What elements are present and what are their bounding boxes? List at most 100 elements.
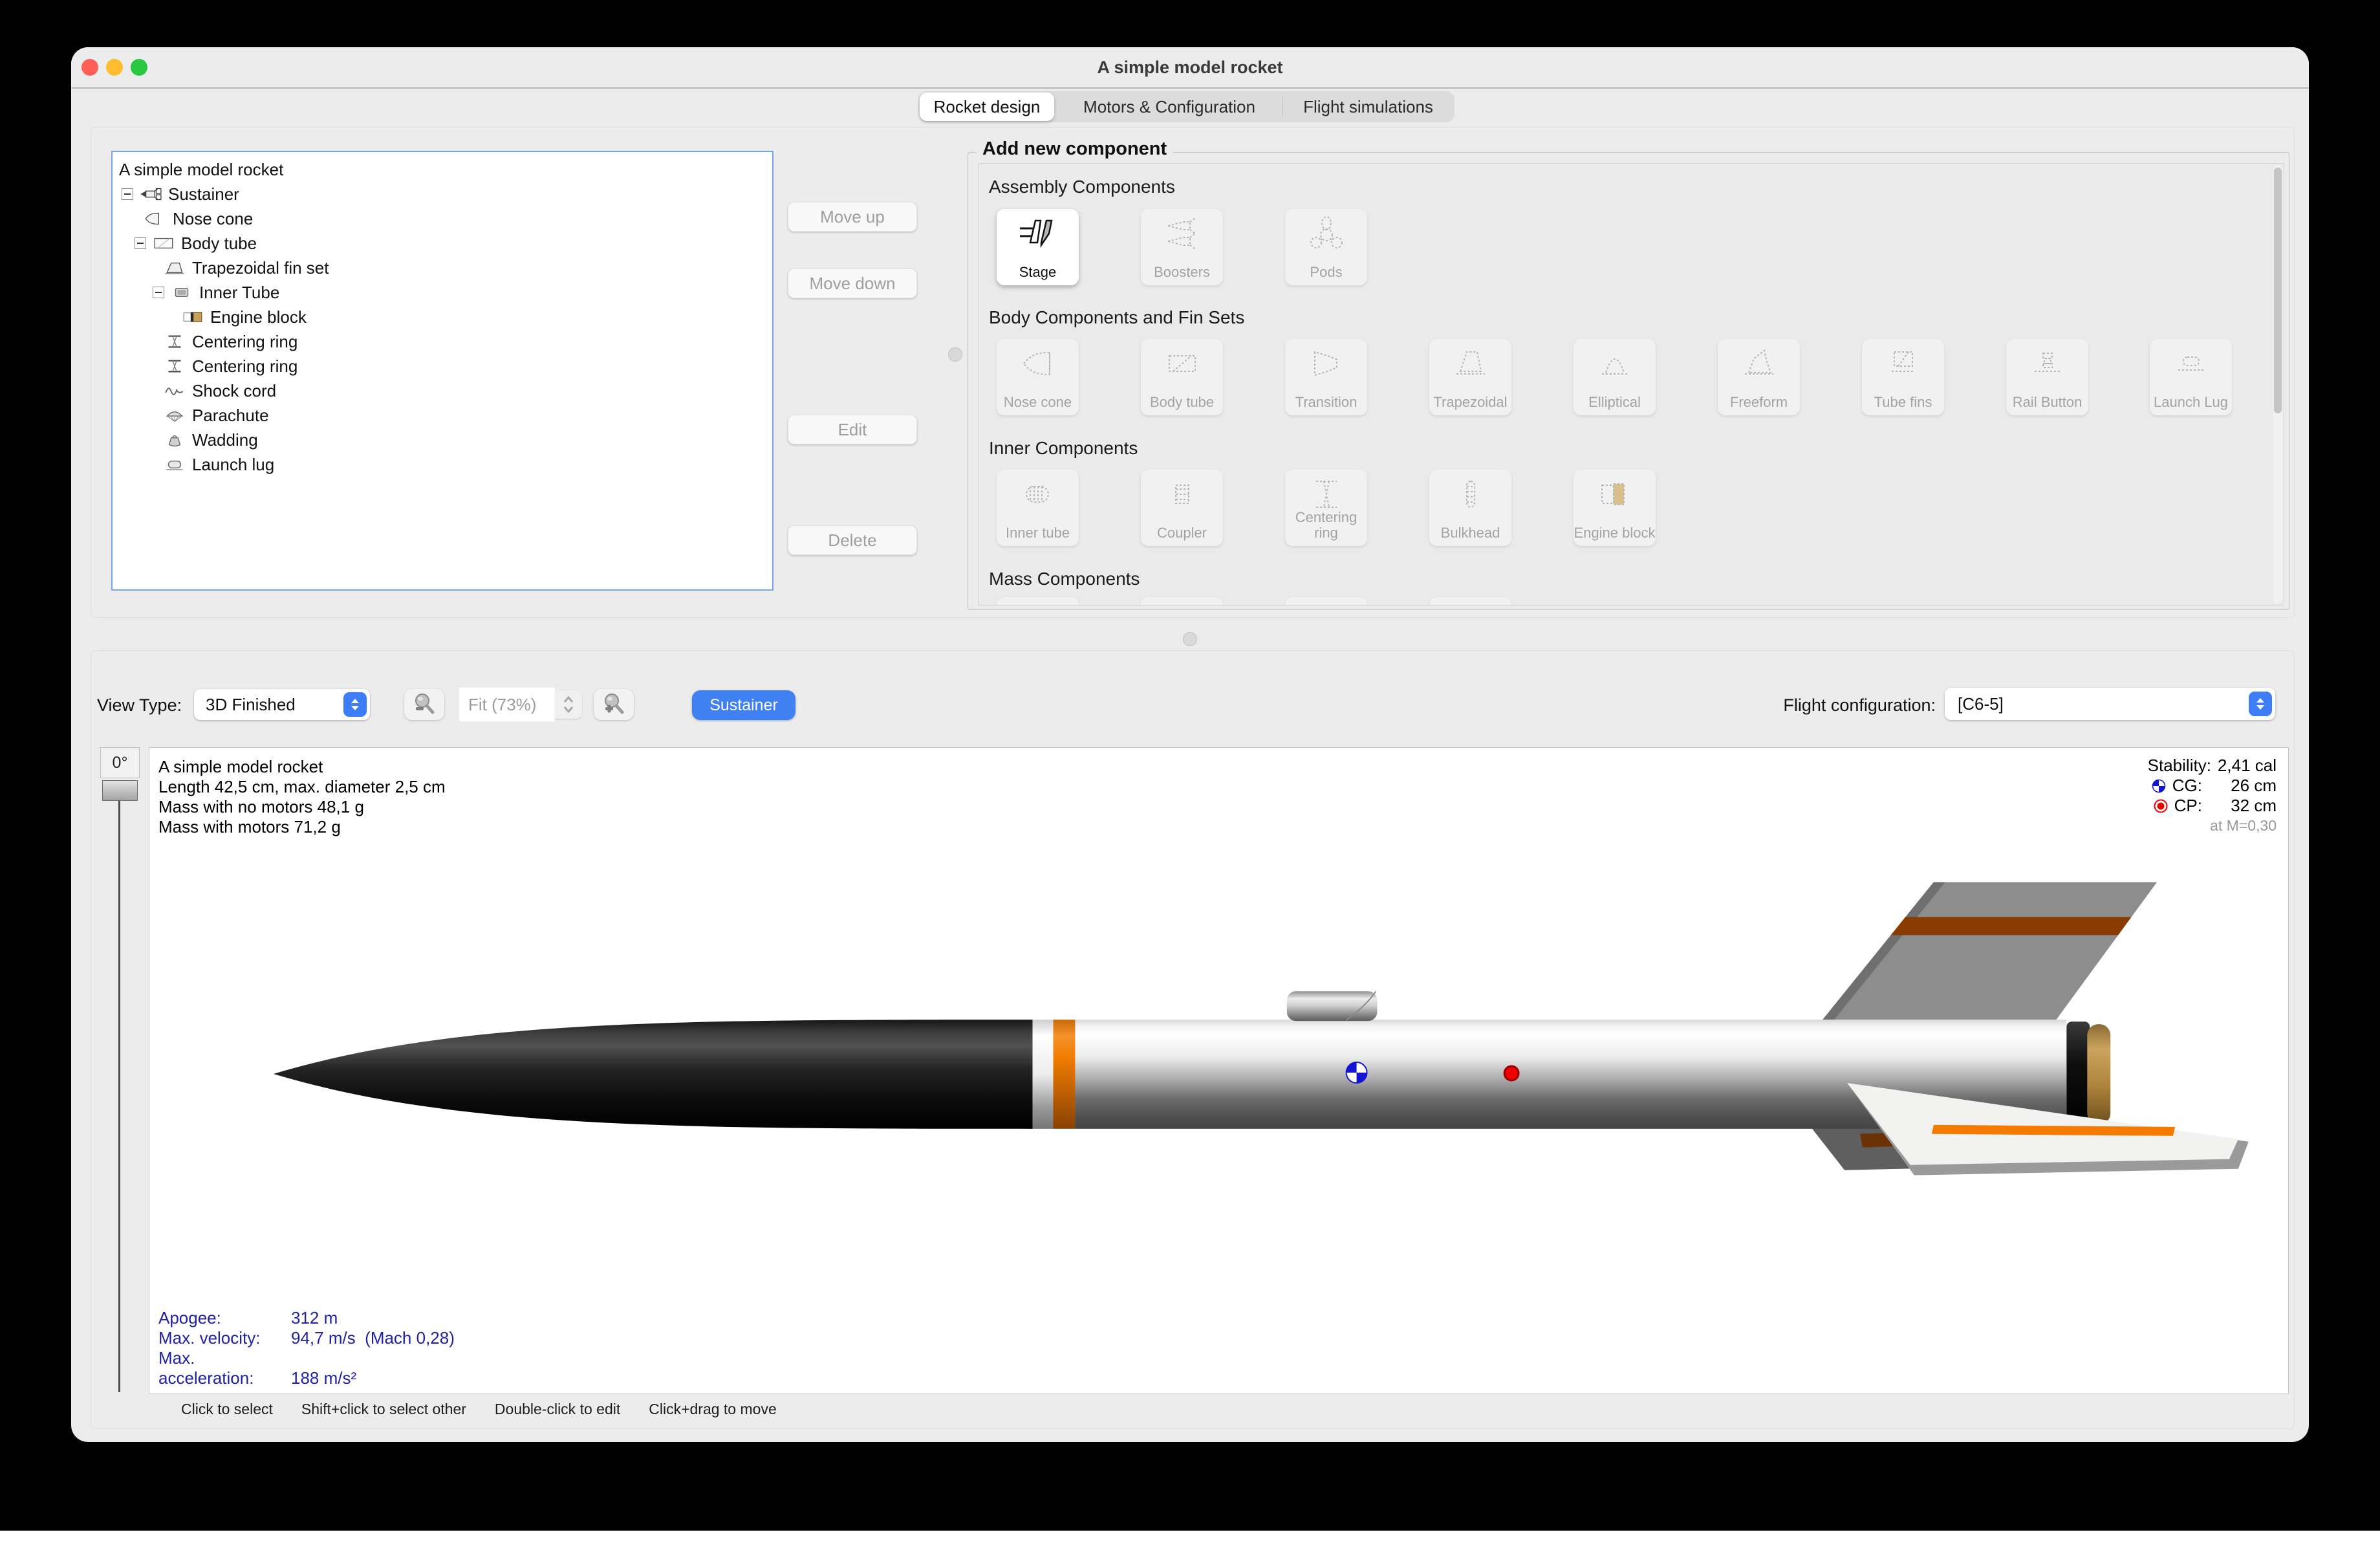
magnifier-minus-icon [415, 694, 435, 714]
tree-item-inner-tube[interactable]: Inner Tube [113, 280, 772, 305]
title-bar[interactable]: A simple model rocket [71, 47, 2309, 89]
tree-item-nose-cone[interactable]: Nose cone [113, 206, 772, 231]
rotation-angle-field[interactable]: 0° [100, 747, 140, 778]
stage-toggle-sustainer[interactable]: Sustainer [692, 690, 795, 720]
view-type-select[interactable]: 3D Finished [194, 689, 370, 720]
inner-tube-icon [1025, 486, 1049, 503]
cp-marker[interactable] [1503, 1065, 1520, 1082]
tree-item-engine-block[interactable]: Engine block [113, 305, 772, 329]
cg-marker[interactable] [1345, 1062, 1368, 1084]
tree-item-launch-lug[interactable]: Launch lug [113, 452, 772, 477]
add-mass-component-button[interactable] [997, 597, 1079, 605]
add-trapezoidal-fin-button[interactable]: Trapezoidal [1429, 339, 1511, 415]
rocket-3d-render[interactable] [149, 748, 2288, 1393]
rocket-view-canvas[interactable]: A simple model rocket Length 42,5 cm, ma… [149, 747, 2289, 1394]
cg-legend-icon [2152, 779, 2166, 792]
zoom-out-button[interactable] [404, 689, 444, 720]
tree-item-sustainer[interactable]: Sustainer [113, 182, 772, 206]
add-transition-button[interactable]: Transition [1285, 339, 1367, 415]
tree-item-trapezoidal-fin-set[interactable]: Trapezoidal fin set [113, 256, 772, 280]
add-engine-block-button[interactable]: Engine block [1574, 470, 1656, 546]
zoom-in-button[interactable] [594, 689, 634, 720]
add-inner-tube-button[interactable]: Inner tube [997, 470, 1079, 546]
rocket-dimensions: Length 42,5 cm, max. diameter 2,5 cm [158, 777, 446, 796]
main-tabbar: Rocket design Motors & Configuration Fli… [918, 91, 1455, 122]
tree-item-wadding[interactable]: Wadding [113, 428, 772, 452]
max-velocity-row: Max. velocity: 94,7 m/s (Mach 0,28) [158, 1328, 455, 1348]
engine-block-render [2087, 1024, 2111, 1124]
tree-item-body-tube[interactable]: Body tube [113, 231, 772, 256]
inner-tube-icon [175, 287, 189, 298]
bulkhead-icon [1466, 481, 1475, 508]
aft-ring-render [2066, 1022, 2090, 1127]
delete-button[interactable]: Delete [788, 525, 917, 555]
tree-item-parachute[interactable]: Parachute [113, 403, 772, 428]
centering-ring-icon [168, 360, 181, 373]
add-boosters-button[interactable]: Boosters [1141, 209, 1223, 285]
tree-expander[interactable] [153, 287, 164, 298]
zoom-level-stepper[interactable] [555, 690, 582, 719]
add-mass-component-button[interactable] [1141, 597, 1223, 605]
move-up-button[interactable]: Move up [788, 202, 917, 232]
trapezoidal-fin-icon [165, 262, 184, 274]
tube-fins-icon [1891, 351, 1915, 372]
section-body-components: Body Components and Fin Sets [989, 307, 1245, 327]
add-centering-ring-button[interactable]: Centering ring [1285, 470, 1367, 546]
add-tube-fins-button[interactable]: Tube fins [1862, 339, 1944, 415]
rotation-slider-thumb[interactable] [102, 780, 138, 801]
add-launch-lug-button[interactable]: Launch Lug [2150, 339, 2232, 415]
add-freeform-fin-button[interactable]: Freeform [1718, 339, 1800, 415]
component-tree[interactable]: A simple model rocket Sustainer Nose con… [111, 151, 774, 591]
window-title: A simple model rocket [1097, 58, 1283, 77]
tab-motors-configuration[interactable]: Motors & Configuration [1055, 91, 1283, 122]
add-mass-component-button[interactable] [1285, 597, 1367, 605]
horizontal-splitter-handle[interactable] [1183, 632, 1197, 646]
hint-bar: Click to select Shift+click to select ot… [181, 1401, 777, 1417]
white-band-render [1032, 1020, 1054, 1129]
edit-button[interactable]: Edit [788, 415, 917, 444]
pods-icon [1310, 216, 1343, 248]
component-panel-scrollbar[interactable] [2273, 165, 2282, 604]
zoom-level-combobox[interactable]: Fit (73%) [459, 688, 555, 721]
tab-rocket-design[interactable]: Rocket design [920, 93, 1054, 121]
view-type-label: View Type: [97, 695, 182, 715]
launch-lug-icon [166, 461, 183, 470]
tree-item-centering-ring-2[interactable]: Centering ring [113, 354, 772, 378]
tree-item-rocket-root[interactable]: A simple model rocket [113, 157, 772, 182]
tree-expander[interactable] [122, 188, 133, 200]
nose-cone-icon [145, 212, 159, 225]
add-stage-button[interactable]: Stage [997, 209, 1079, 285]
section-assembly-components: Assembly Components [989, 177, 1175, 197]
select-stepper-icon [343, 692, 367, 717]
engine-block-icon [1601, 483, 1625, 505]
nose-cone-icon [1022, 351, 1050, 376]
rocket-name: A simple model rocket [158, 757, 323, 776]
transition-icon [1314, 351, 1337, 377]
move-down-button[interactable]: Move down [788, 268, 917, 298]
tree-item-centering-ring-1[interactable]: Centering ring [113, 329, 772, 354]
upper-fin[interactable] [1803, 882, 2178, 1020]
rocket-mass-motors: Mass with motors 71,2 g [158, 817, 341, 836]
add-mass-component-button[interactable] [1429, 597, 1511, 605]
add-body-tube-button[interactable]: Body tube [1141, 339, 1223, 415]
apogee-row: Apogee: 312 m [158, 1308, 338, 1328]
tree-expander[interactable] [135, 237, 146, 249]
add-nose-cone-button[interactable]: Nose cone [997, 339, 1079, 415]
add-pods-button[interactable]: Pods [1285, 209, 1367, 285]
tab-flight-simulations[interactable]: Flight simulations [1283, 91, 1453, 122]
rail-button-icon [2034, 353, 2061, 372]
add-coupler-button[interactable]: Coupler [1141, 470, 1223, 546]
flight-config-select[interactable]: [C6-5] [1945, 688, 2275, 720]
add-elliptical-fin-button[interactable]: Elliptical [1574, 339, 1656, 415]
cp-legend-icon [2154, 799, 2168, 813]
vertical-splitter-handle[interactable] [948, 347, 962, 362]
add-rail-button-button[interactable]: Rail Button [2006, 339, 2088, 415]
add-bulkhead-button[interactable]: Bulkhead [1429, 470, 1511, 546]
app-window: A simple model rocket Rocket design Moto… [71, 47, 2309, 1442]
select-stepper-icon [2249, 692, 2272, 716]
scrollbar-thumb[interactable] [2274, 168, 2282, 413]
rotation-slider-track[interactable] [118, 801, 120, 1392]
flight-config-label: Flight configuration: [1783, 695, 1936, 715]
tree-item-shock-cord[interactable]: Shock cord [113, 378, 772, 403]
stage-icon [1019, 219, 1053, 248]
